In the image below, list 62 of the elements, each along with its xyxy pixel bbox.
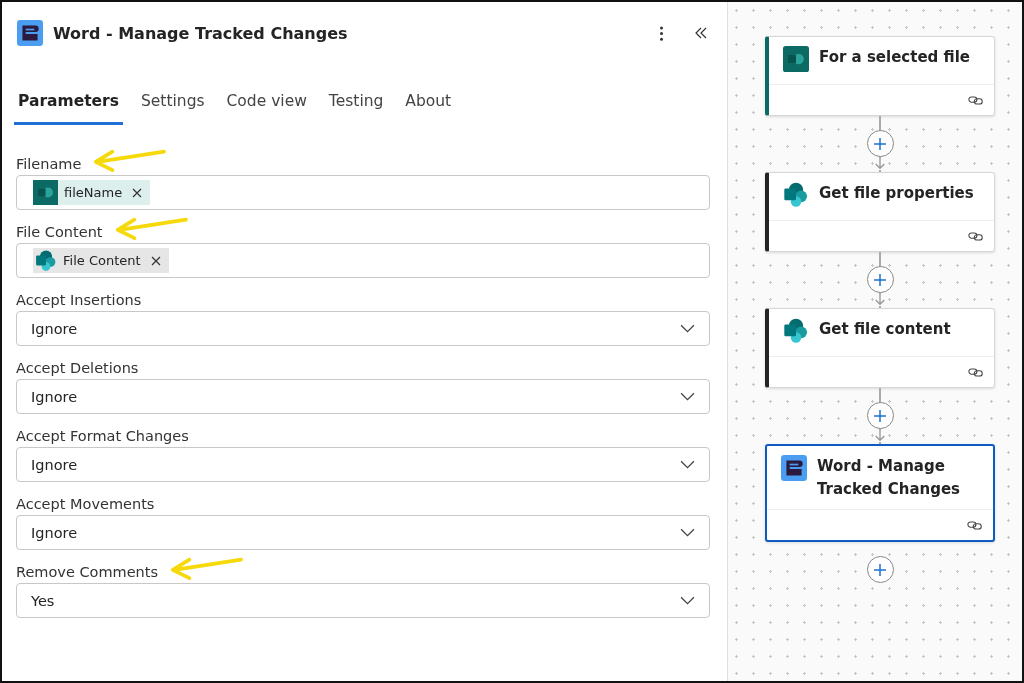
step-title: Get file content (819, 319, 951, 340)
remove-icon[interactable] (150, 255, 161, 266)
dropdown[interactable]: Ignore (16, 311, 710, 346)
app-logo-icon (781, 455, 807, 481)
flow-step-card[interactable]: For a selected file (765, 36, 995, 116)
chevron-down-icon (680, 324, 695, 333)
field-label: Accept Movements (16, 495, 155, 512)
add-step-button[interactable] (866, 402, 894, 429)
input-field[interactable]: File Content (16, 243, 710, 278)
chevron-down-icon (680, 392, 695, 401)
field-label: Remove Comments (16, 563, 159, 580)
dropdown[interactable]: Ignore (16, 447, 710, 482)
field-label: Filename (16, 155, 82, 172)
flow-step-card[interactable]: Word - Manage Tracked Changes (765, 444, 995, 542)
step-title: For a selected file (819, 47, 970, 68)
field-label: Accept Deletions (16, 359, 139, 376)
chevron-down-icon (680, 528, 695, 537)
chevron-down-icon (680, 596, 695, 605)
link-icon[interactable] (968, 230, 984, 242)
link-icon[interactable] (968, 94, 984, 106)
add-step-button[interactable] (866, 130, 894, 157)
tab[interactable]: Code view (222, 86, 311, 125)
tab[interactable]: Parameters (14, 86, 123, 125)
dropdown[interactable]: Ignore (16, 515, 710, 550)
app-logo-icon (17, 20, 43, 46)
field-label: Accept Format Changes (16, 427, 189, 444)
token-chip[interactable]: File Content (33, 248, 169, 273)
annotation-arrow-icon (91, 148, 168, 172)
step-title: Word - Manage Tracked Changes (817, 456, 962, 500)
annotation-arrow-icon (168, 556, 245, 580)
sharepoint-icon (783, 182, 809, 208)
token-chip[interactable]: fileName (33, 180, 151, 205)
link-icon[interactable] (968, 366, 984, 378)
plus-icon (873, 272, 887, 287)
collapse-icon[interactable] (694, 26, 708, 40)
more-options-icon[interactable] (659, 25, 664, 41)
plus-icon (873, 136, 887, 151)
tab[interactable]: About (401, 86, 456, 125)
input-field[interactable]: fileName (16, 175, 710, 210)
panel-title: Word - Manage Tracked Changes (53, 23, 349, 43)
plus-icon (873, 562, 887, 577)
sharepoint-icon (783, 46, 809, 72)
sharepoint-icon (783, 318, 809, 344)
flow-step-card[interactable]: Get file content (765, 308, 995, 388)
link-icon[interactable] (967, 519, 983, 531)
plus-icon (873, 408, 887, 423)
token-label: File Content (63, 253, 141, 268)
flow-step-card[interactable]: Get file properties (765, 172, 995, 252)
dropdown[interactable]: Ignore (16, 379, 710, 414)
sharepoint-icon (33, 180, 58, 205)
add-step-button[interactable] (866, 266, 894, 293)
field-label: File Content (16, 223, 103, 240)
add-step-button[interactable] (866, 556, 894, 583)
field-label: Accept Insertions (16, 291, 142, 308)
tab[interactable]: Settings (136, 86, 209, 125)
sharepoint-icon (35, 249, 57, 272)
token-label: fileName (64, 185, 123, 200)
chevron-down-icon (680, 460, 695, 469)
remove-icon[interactable] (132, 187, 143, 198)
tab[interactable]: Testing (324, 86, 388, 125)
step-title: Get file properties (819, 183, 974, 204)
dropdown[interactable]: Yes (16, 583, 710, 618)
